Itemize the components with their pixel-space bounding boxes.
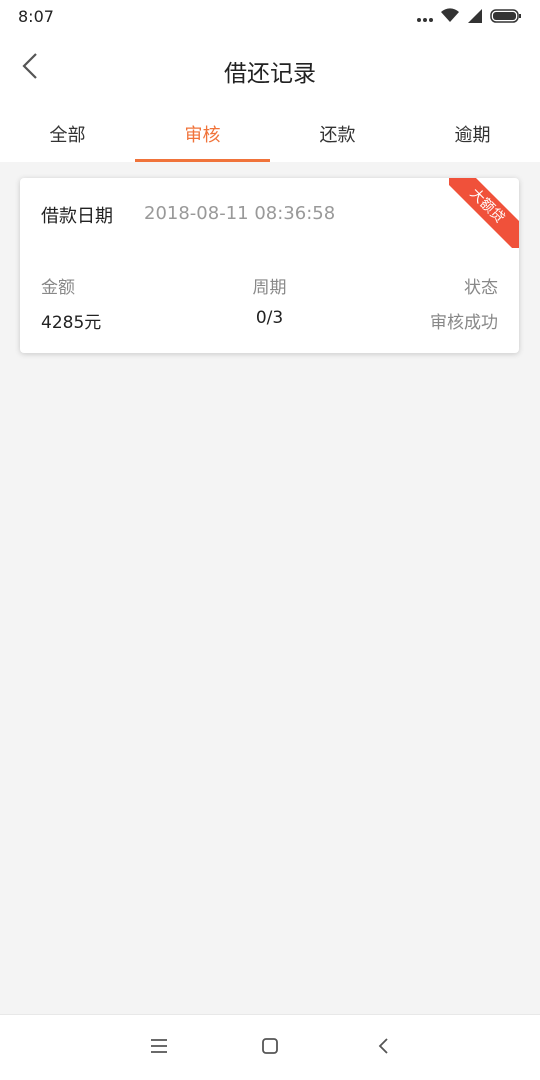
tab-review[interactable]: 审核 — [135, 102, 270, 162]
system-nav-bar — [0, 1014, 540, 1080]
tab-all[interactable]: 全部 — [0, 102, 135, 162]
tab-overdue[interactable]: 逾期 — [405, 102, 540, 162]
period-label: 周期 — [252, 278, 287, 298]
status-icons — [416, 8, 522, 26]
more-dots-icon — [416, 8, 434, 27]
tab-bar: 全部 审核 还款 逾期 — [0, 102, 540, 162]
status-time: 8:07 — [18, 7, 54, 26]
app-header: 借还记录 — [0, 36, 540, 102]
wifi-icon — [440, 7, 460, 27]
loan-type-ribbon: 大额贷 — [449, 178, 519, 248]
battery-icon — [490, 8, 522, 27]
status-bar: 8:07 — [0, 0, 540, 36]
nav-back-button[interactable] — [370, 1035, 396, 1061]
home-icon — [261, 1037, 279, 1059]
menu-icon — [150, 1038, 168, 1058]
tab-repayment[interactable]: 还款 — [270, 102, 405, 162]
home-button[interactable] — [257, 1035, 283, 1061]
status-value: 审核成功 — [430, 313, 498, 333]
status-label: 状态 — [464, 278, 498, 298]
loan-date-label: 借款日期 — [41, 206, 113, 227]
loan-date-value: 2018-08-11 08:36:58 — [144, 203, 336, 224]
page-title: 借还记录 — [224, 61, 316, 87]
loan-record-card[interactable]: 借款日期 2018-08-11 08:36:58 大额贷 金额 4285元 周期… — [20, 178, 519, 353]
ribbon-label: 大额贷 — [449, 178, 519, 248]
signal-icon — [466, 7, 484, 27]
menu-button[interactable] — [146, 1035, 172, 1061]
nav-back-icon — [377, 1037, 389, 1059]
